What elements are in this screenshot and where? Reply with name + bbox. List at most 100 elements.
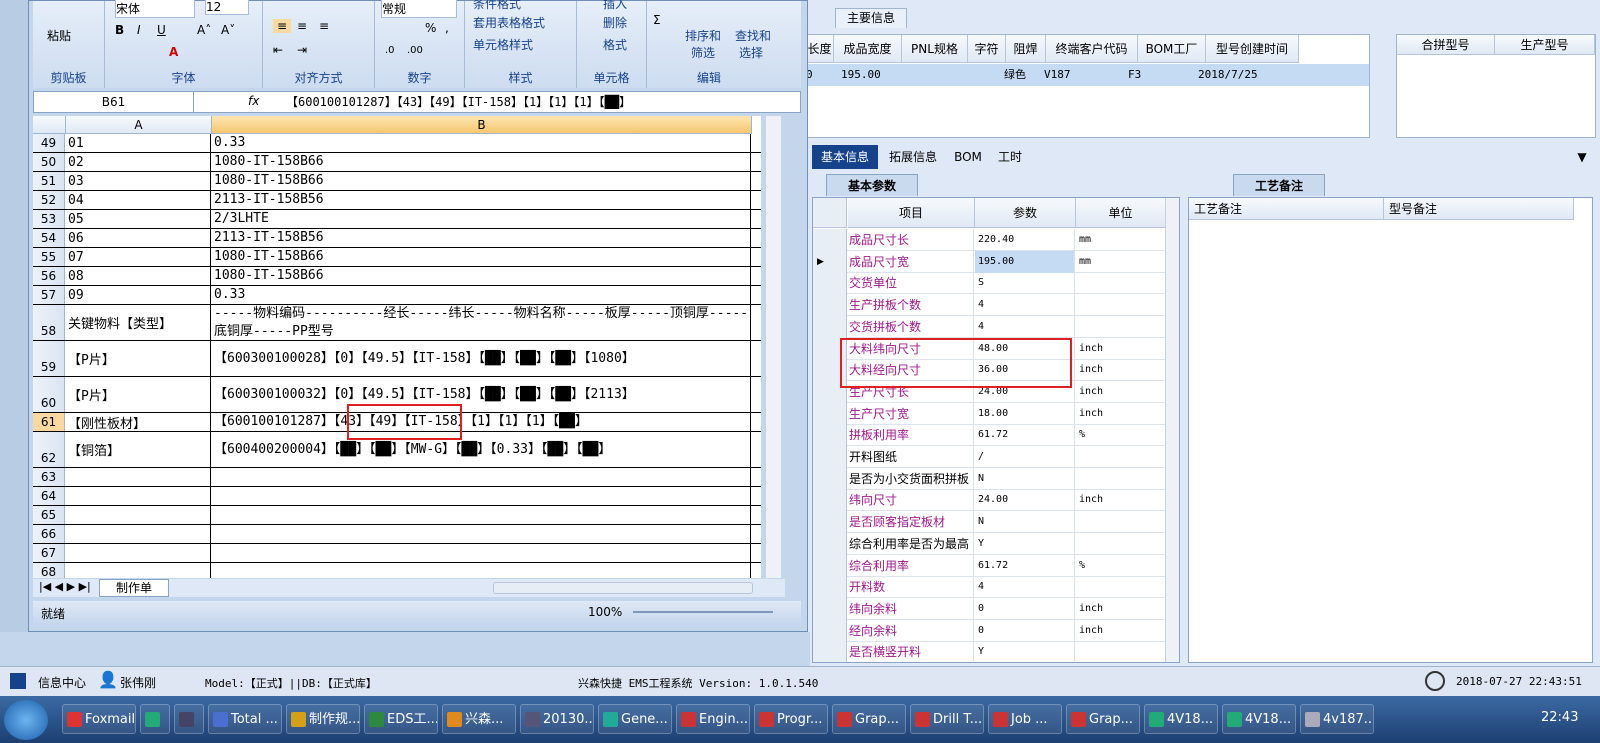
sheet-row[interactable]: 53 05 2/3LHTE bbox=[33, 210, 761, 229]
taskbar-item[interactable]: 兴森... bbox=[442, 704, 516, 734]
taskbar-item[interactable]: 4v187... bbox=[1300, 704, 1374, 734]
cell-a[interactable]: 09 bbox=[66, 286, 211, 304]
param-row[interactable]: 生产拼板个数 4 bbox=[813, 294, 1165, 317]
param-row[interactable]: 经向余料 0 inch bbox=[813, 619, 1165, 642]
row-number[interactable]: 61 bbox=[33, 413, 65, 431]
row-number[interactable]: 58 bbox=[33, 305, 65, 340]
cell-a[interactable]: 07 bbox=[66, 248, 211, 266]
cell-a[interactable] bbox=[66, 544, 211, 562]
taskbar-item[interactable]: Progr... bbox=[754, 704, 828, 734]
taskbar-item[interactable] bbox=[140, 704, 170, 734]
delete-button[interactable]: 删除 bbox=[603, 14, 627, 31]
param-value[interactable]: 220.40 bbox=[975, 229, 1075, 251]
sheet-vertical-scrollbar[interactable] bbox=[765, 116, 781, 578]
row-header[interactable] bbox=[813, 641, 847, 662]
cell-a[interactable]: 【P片】 bbox=[66, 341, 211, 376]
cell-a[interactable]: 关键物料【类型】 bbox=[66, 305, 211, 340]
cell-b[interactable]: 1080-IT-158B66 bbox=[212, 248, 751, 266]
param-row[interactable]: 综合利用率 61.72% bbox=[813, 554, 1165, 577]
row-number[interactable]: 55 bbox=[33, 248, 65, 266]
sheet-row[interactable]: 63 bbox=[33, 468, 761, 487]
cell-b[interactable]: 0.33 bbox=[212, 134, 751, 152]
param-value[interactable]: 61.72 bbox=[975, 554, 1075, 577]
col-header[interactable]: BOM工厂 bbox=[1138, 35, 1206, 63]
cell-a[interactable] bbox=[66, 563, 211, 578]
tab-basic-params[interactable]: 基本参数 bbox=[826, 174, 918, 196]
cell-styles-button[interactable]: 单元格样式 bbox=[473, 36, 533, 53]
param-row[interactable]: ▶ 成品尺寸宽 195.00 mm bbox=[813, 250, 1165, 273]
cell-a[interactable]: 01 bbox=[66, 134, 211, 152]
row-number[interactable]: 60 bbox=[33, 377, 65, 412]
row-number[interactable]: 50 bbox=[33, 153, 65, 171]
info-center-link[interactable]: 信息中心 bbox=[38, 674, 86, 691]
row-number[interactable]: 65 bbox=[33, 506, 65, 524]
param-row[interactable]: 成品尺寸长 220.40 mm bbox=[813, 229, 1165, 251]
param-row[interactable]: 拼板利用率 61.72% bbox=[813, 424, 1165, 447]
sheet-row[interactable]: 52 04 2113-IT-158B56 bbox=[33, 191, 761, 210]
param-value[interactable]: Y bbox=[975, 641, 1075, 662]
param-row[interactable]: 交货单位 S bbox=[813, 272, 1165, 295]
cell[interactable]: 195.00 bbox=[841, 64, 881, 86]
percent-icon[interactable]: % bbox=[425, 21, 436, 35]
row-number[interactable]: 59 bbox=[33, 341, 65, 376]
font-size-select[interactable]: 12 bbox=[205, 0, 249, 15]
cell-b[interactable] bbox=[212, 506, 751, 524]
row-header[interactable] bbox=[813, 554, 847, 577]
row-number[interactable]: 51 bbox=[33, 172, 65, 190]
italic-button[interactable]: I bbox=[137, 23, 141, 37]
tab-basic-info[interactable]: 基本信息 bbox=[812, 145, 878, 169]
param-value[interactable]: 61.72 bbox=[975, 424, 1075, 447]
find-select-button[interactable]: 查找和 bbox=[735, 27, 771, 44]
sheet-row[interactable]: 55 07 1080-IT-158B66 bbox=[33, 248, 761, 267]
tab-bom[interactable]: BOM bbox=[948, 145, 988, 169]
row-header[interactable] bbox=[813, 511, 847, 534]
align-left-icon[interactable]: ≡ bbox=[273, 19, 291, 33]
sheet-row[interactable]: 54 06 2113-IT-158B56 bbox=[33, 229, 761, 248]
params-scrollbar[interactable] bbox=[1165, 198, 1179, 662]
col-header[interactable]: 型号创建时间 bbox=[1206, 35, 1299, 63]
taskbar-item[interactable]: 4V18... bbox=[1222, 704, 1296, 734]
param-value[interactable]: 0 bbox=[975, 619, 1075, 642]
sheet-row[interactable]: 50 02 1080-IT-158B66 bbox=[33, 153, 761, 172]
row-header[interactable] bbox=[813, 532, 847, 555]
indent-icon[interactable]: ⇤ bbox=[273, 43, 283, 57]
row-header[interactable] bbox=[813, 597, 847, 620]
row-number[interactable]: 63 bbox=[33, 468, 65, 486]
cell-a[interactable]: 08 bbox=[66, 267, 211, 285]
col-header[interactable]: 型号备注 bbox=[1384, 198, 1574, 220]
number-format-select[interactable]: 常规 bbox=[381, 0, 457, 18]
taskbar-item[interactable]: 20130... bbox=[520, 704, 594, 734]
cell-a[interactable]: 04 bbox=[66, 191, 211, 209]
param-value[interactable]: 195.00 bbox=[975, 250, 1075, 273]
cell-a[interactable]: 02 bbox=[66, 153, 211, 171]
grow-font-icon[interactable]: A˄ bbox=[197, 23, 211, 37]
sheet-row[interactable]: 66 bbox=[33, 525, 761, 544]
sheet-nav-icon[interactable]: |◀ ◀ ▶ ▶| bbox=[39, 580, 91, 593]
zoom-level[interactable]: 100% bbox=[588, 605, 622, 619]
cell-b[interactable]: 【600300100032】【0】【49.5】【IT-158】【██】【██】【… bbox=[212, 377, 751, 412]
row-header[interactable] bbox=[813, 424, 847, 447]
sheet-row[interactable]: 51 03 1080-IT-158B66 bbox=[33, 172, 761, 191]
row-header[interactable] bbox=[813, 402, 847, 425]
tab-main-info[interactable]: 主要信息 bbox=[835, 8, 907, 28]
cell-a[interactable]: 05 bbox=[66, 210, 211, 228]
cell-b[interactable] bbox=[212, 487, 751, 505]
tab-craft-notes[interactable]: 工艺备注 bbox=[1233, 174, 1325, 196]
tab-hours[interactable]: 工时 bbox=[990, 145, 1030, 169]
column-header-a[interactable]: A bbox=[66, 116, 212, 134]
col-header[interactable]: 合拼型号 bbox=[1397, 35, 1495, 55]
insert-button[interactable]: 插入 bbox=[603, 0, 627, 12]
selected-row[interactable] bbox=[806, 64, 1369, 86]
col-header[interactable]: 字符 bbox=[968, 35, 1006, 63]
autosum-icon[interactable]: Σ bbox=[653, 13, 661, 27]
cell-a[interactable]: 【P片】 bbox=[66, 377, 211, 412]
taskbar-item[interactable]: Engin... bbox=[676, 704, 750, 734]
chevron-down-icon[interactable]: ▼ bbox=[1572, 145, 1592, 169]
col-header[interactable]: 阻焊 bbox=[1006, 35, 1046, 63]
row-number[interactable]: 64 bbox=[33, 487, 65, 505]
row-number[interactable]: 66 bbox=[33, 525, 65, 543]
zoom-slider[interactable] bbox=[633, 611, 773, 613]
col-header[interactable]: PNL规格 bbox=[902, 35, 968, 63]
increase-decimal-icon[interactable]: .0 bbox=[385, 45, 395, 56]
row-header[interactable] bbox=[813, 619, 847, 642]
